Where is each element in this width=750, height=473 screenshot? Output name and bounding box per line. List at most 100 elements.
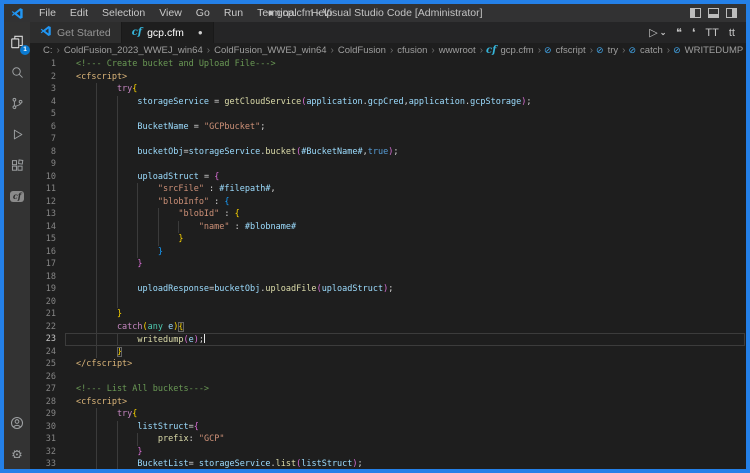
breadcrumb-item-writedump[interactable]: ⊘WRITEDUMP [673,45,744,56]
code-line[interactable]: 24} [30,346,746,359]
line-number[interactable]: 4 [30,96,76,109]
code-line[interactable]: 11"srcFile" : #filepath#, [30,183,746,196]
code-line-content[interactable] [76,371,746,384]
code-line[interactable]: 25</cfscript> [30,358,746,371]
breadcrumb-item-catch[interactable]: ⊘catch [628,45,663,56]
code-line-content[interactable]: catch(any e){ [76,321,746,334]
line-number[interactable]: 1 [30,58,76,71]
line-number[interactable]: 10 [30,171,76,184]
line-number[interactable]: 14 [30,221,76,234]
code-line[interactable]: 19uploadResponse=bucketObj.uploadFile(up… [30,283,746,296]
line-number[interactable]: 30 [30,421,76,434]
code-line-content[interactable]: <!--- Create bucket and Upload File---> [76,58,746,71]
breadcrumb-item-try[interactable]: ⊘try [596,45,619,56]
line-number[interactable]: 28 [30,396,76,409]
code-line-content[interactable]: "name" : #blobname# [76,221,746,234]
code-line-content[interactable] [76,271,746,284]
code-line-content[interactable]: "blobInfo" : { [76,196,746,209]
line-number[interactable]: 16 [30,246,76,259]
code-line-content[interactable]: storageService = getCloudService(applica… [76,96,746,109]
tab-gcp-cfm[interactable]: cfgcp.cfm● [122,22,214,43]
code-line[interactable]: 13"blobId" : { [30,208,746,221]
code-line[interactable]: 31prefix: "GCP" [30,433,746,446]
line-number[interactable]: 33 [30,458,76,469]
code-line-content[interactable]: } [76,246,746,259]
code-line[interactable]: 2<cfscript> [30,71,746,84]
code-line[interactable]: 21} [30,308,746,321]
line-number[interactable]: 26 [30,371,76,384]
menu-go[interactable]: Go [189,7,217,19]
breadcrumb-item-wwwroot[interactable]: wwwroot [438,45,477,56]
code-line[interactable]: 29try{ [30,408,746,421]
toggle-secondary-sidebar-icon[interactable] [726,8,737,18]
menu-view[interactable]: View [152,7,189,19]
coldfusion-icon[interactable]: cf [4,181,30,212]
code-line-content[interactable]: uploadStruct = { [76,171,746,184]
line-number[interactable]: 31 [30,433,76,446]
code-line-content[interactable]: </cfscript> [76,358,746,371]
code-line[interactable]: 26 [30,371,746,384]
code-line[interactable]: 30listStruct={ [30,421,746,434]
code-line[interactable]: 33BucketList= storageService.list(listSt… [30,458,746,469]
menu-selection[interactable]: Selection [95,7,152,19]
code-line[interactable]: 1<!--- Create bucket and Upload File---> [30,58,746,71]
line-number[interactable]: 15 [30,233,76,246]
menu-file[interactable]: File [32,7,63,19]
search-icon[interactable] [4,57,30,88]
code-line-content[interactable]: prefix: "GCP" [76,433,746,446]
code-line[interactable]: 17} [30,258,746,271]
run-or-debug-button[interactable]: ▷⌄ [649,26,666,39]
code-line[interactable]: 22catch(any e){ [30,321,746,334]
line-number[interactable]: 12 [30,196,76,209]
code-line[interactable]: 12"blobInfo" : { [30,196,746,209]
code-line-content[interactable] [76,296,746,309]
code-line-content[interactable]: "srcFile" : #filepath#, [76,183,746,196]
breadcrumb-item-cfscript[interactable]: ⊘cfscript [544,45,587,56]
code-line-content[interactable]: } [76,258,746,271]
code-line-content[interactable]: listStruct={ [76,421,746,434]
code-line[interactable]: 23writedump(e); [30,333,746,346]
code-line[interactable]: 15} [30,233,746,246]
code-line[interactable]: 14"name" : #blobname# [30,221,746,234]
line-number[interactable]: 11 [30,183,76,196]
tab-get-started[interactable]: Get Started [30,22,122,43]
line-number[interactable]: 2 [30,71,76,84]
code-editor[interactable]: 1<!--- Create bucket and Upload File--->… [30,58,746,469]
line-number[interactable]: 24 [30,346,76,359]
line-number[interactable]: 17 [30,258,76,271]
toggle-primary-sidebar-icon[interactable] [690,8,701,18]
manage-icon[interactable]: ⚙ [4,438,30,469]
code-line[interactable]: 27<!--- List All buckets---> [30,383,746,396]
line-number[interactable]: 23 [30,333,76,346]
line-number[interactable]: 6 [30,121,76,134]
line-number[interactable]: 13 [30,208,76,221]
explorer-icon[interactable]: 1 [4,26,30,57]
run-and-debug-icon[interactable] [4,119,30,150]
code-line[interactable]: 16} [30,246,746,259]
line-number[interactable]: 8 [30,146,76,159]
line-number[interactable]: 27 [30,383,76,396]
line-number[interactable]: 29 [30,408,76,421]
code-line-content[interactable] [76,158,746,171]
code-line-content[interactable]: try{ [76,408,746,421]
code-line[interactable]: 5 [30,108,746,121]
line-number[interactable]: 25 [30,358,76,371]
code-line[interactable]: 8bucketObj=storageService.bucket(#Bucket… [30,146,746,159]
code-line[interactable]: 6BucketName = "GCPbucket"; [30,121,746,134]
code-line-content[interactable]: } [76,446,746,459]
accounts-icon[interactable] [4,407,30,438]
line-number[interactable]: 21 [30,308,76,321]
extensions-icon[interactable] [4,150,30,181]
code-line-content[interactable]: <!--- List All buckets---> [76,383,746,396]
modified-dot-icon[interactable]: ● [198,28,203,37]
line-number[interactable]: 5 [30,108,76,121]
breadcrumb-item-c-[interactable]: C: [42,45,54,56]
breadcrumb-item-coldfusion-2023-wwej-win64[interactable]: ColdFusion_2023_WWEJ_win64 [63,45,204,56]
code-line-content[interactable] [76,108,746,121]
code-line[interactable]: 3try{ [30,83,746,96]
menu-run[interactable]: Run [217,7,250,19]
menu-terminal[interactable]: Terminal [250,7,304,19]
code-line-content[interactable]: BucketList= storageService.list(listStru… [76,458,746,469]
breadcrumb-item-cfusion[interactable]: cfusion [396,45,428,56]
line-number[interactable]: 3 [30,83,76,96]
